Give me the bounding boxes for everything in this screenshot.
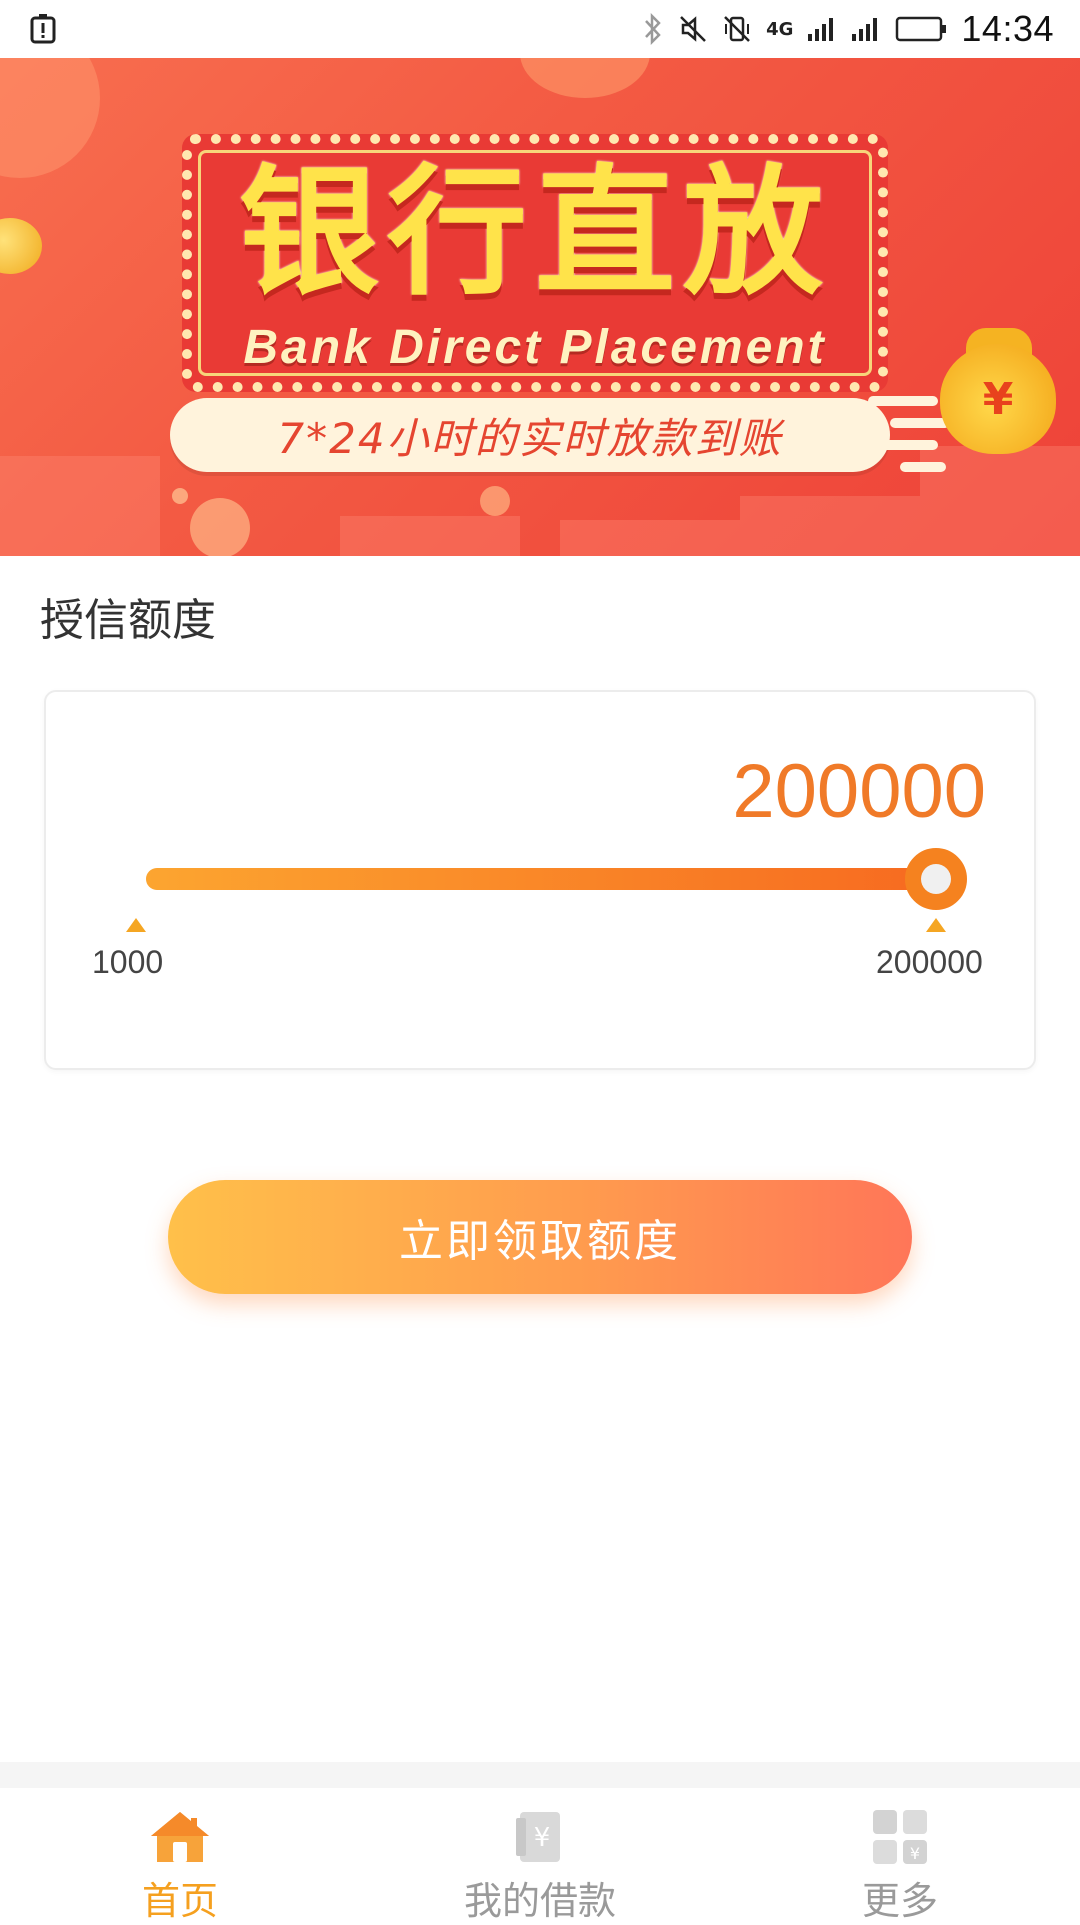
banner-decoration [0,58,100,178]
bluetooth-icon [642,13,664,45]
banner-decoration [340,516,520,556]
min-label: 1000 [92,944,164,980]
nav-item-home[interactable]: 首页 [0,1788,360,1923]
max-label: 200000 [876,944,983,980]
signal-icon [851,16,881,42]
min-marker-icon [126,918,146,932]
speed-line [868,396,938,406]
banner-decoration [560,520,740,556]
money-bag-icon: ¥ [940,344,1056,454]
clock: 14:34 [961,8,1054,49]
banner-tagline: 7*24小时的实时放款到账 [277,413,783,463]
speed-line [858,440,938,450]
slider-fill [146,868,936,890]
network-type: 4G [766,18,794,40]
claim-credit-button[interactable]: 立即领取额度 [168,1180,912,1294]
svg-text:¥: ¥ [534,1823,551,1853]
wallet-yen-icon: ¥ [507,1808,573,1866]
nav-item-my-loans[interactable]: ¥ 我的借款 [360,1788,720,1923]
yen-symbol: ¥ [982,373,1014,425]
speed-line [890,418,950,428]
nav-label-my-loans: 我的借款 [463,1879,616,1923]
mute-icon [678,14,708,44]
credit-limit-card: 200000 1000 200000 [44,690,1036,1070]
alert-icon [30,14,56,44]
nav-label-more: 更多 [861,1879,938,1923]
credit-amount: 200000 [732,749,986,834]
banner-tagline-pill: 7*24小时的实时放款到账 [170,398,890,472]
bottom-nav: 首页 ¥ 我的借款 ¥ 更多 [0,1788,1080,1923]
nav-item-more[interactable]: ¥ 更多 [720,1788,1080,1923]
max-marker-icon [926,918,946,932]
status-bar: 4G 14:34 [0,0,1080,58]
banner-decoration [0,456,160,556]
section-title: 授信额度 [40,595,216,646]
banner-decoration [520,58,650,98]
banner-subtitle: Bank Direct Placement [243,321,827,374]
promo-banner[interactable]: 银行直放 Bank Direct Placement 7*24小时的实时放款到账… [0,58,1080,556]
credit-slider[interactable] [146,848,967,910]
signal-icon [807,16,837,42]
slider-thumb[interactable] [905,848,967,910]
claim-credit-button-label: 立即领取额度 [399,1216,681,1267]
banner-decoration [740,496,920,556]
svg-text:¥: ¥ [910,1844,920,1863]
battery-icon [895,15,947,43]
banner-title: 银行直放 [238,152,831,315]
nav-divider [0,1762,1080,1788]
banner-decoration [172,488,188,504]
nav-label-home: 首页 [141,1879,218,1923]
banner-decoration [190,498,250,556]
vibrate-off-icon [722,14,752,44]
speed-line [900,462,946,472]
banner-signboard: 银行直放 Bank Direct Placement [182,134,888,392]
home-icon [147,1808,213,1866]
banner-decoration [480,486,510,516]
coin-icon [0,218,42,274]
grid-more-icon: ¥ [867,1808,933,1866]
